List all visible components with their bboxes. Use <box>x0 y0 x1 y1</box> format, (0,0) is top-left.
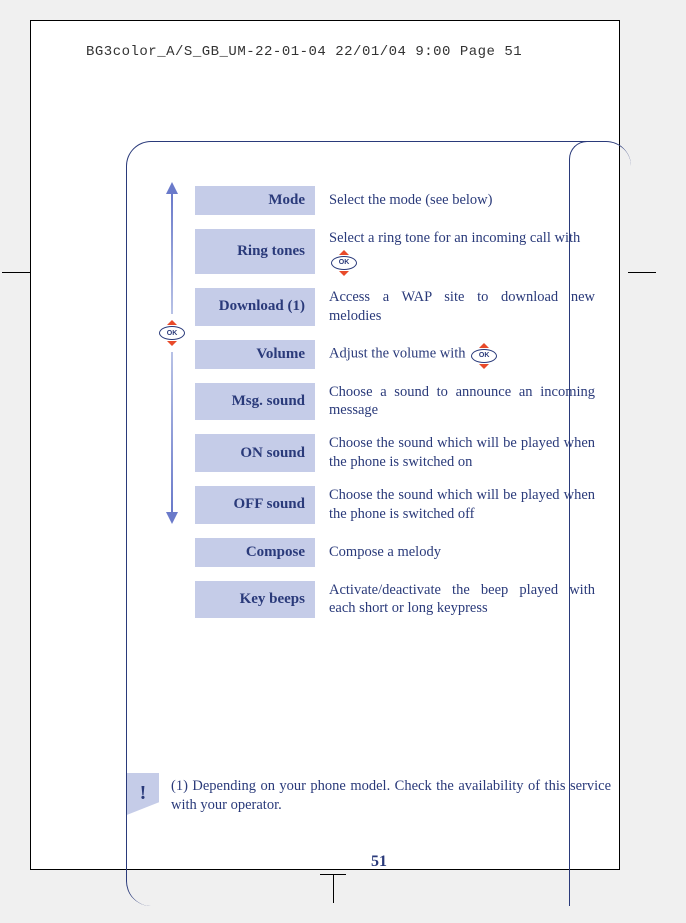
menu-row: Compose Compose a melody <box>195 538 595 567</box>
menu-row: Volume Adjust the volume with OK <box>195 340 595 369</box>
menu-row: Ring tones Select a ring tone for an inc… <box>195 229 595 274</box>
crop-mark <box>2 272 30 273</box>
next-page-frame <box>569 141 587 906</box>
menu-label: Msg. sound <box>195 383 315 421</box>
menu-row: ON sound Choose the sound which will be … <box>195 434 595 472</box>
ok-button-icon: OK <box>159 320 185 346</box>
menu-desc: Choose a sound to announce an incoming m… <box>315 383 595 421</box>
ok-button-icon: OK <box>331 250 357 276</box>
menu-desc: Activate/deactivate the beep played with… <box>315 581 595 619</box>
menu-label: Volume <box>195 340 315 369</box>
menu-desc: Select a ring tone for an incoming call … <box>315 229 595 274</box>
menu-label: OFF sound <box>195 486 315 524</box>
page-number: 51 <box>127 853 631 871</box>
menu-label: Compose <box>195 538 315 567</box>
menu-row: Msg. sound Choose a sound to announce an… <box>195 383 595 421</box>
menu-row: OFF sound Choose the sound which will be… <box>195 486 595 524</box>
menu-row: Download (1) Access a WAP site to downlo… <box>195 288 595 326</box>
menu-desc: Select the mode (see below) <box>315 186 595 215</box>
page-frame: BG3color_A/S_GB_UM-22-01-04 22/01/04 9:0… <box>30 20 620 870</box>
nav-column: OK <box>157 172 187 524</box>
footnote-marker: ! <box>127 773 159 815</box>
content-frame: OK Mode Select the mode (see below) Ring… <box>126 141 631 906</box>
crop-mark <box>628 272 656 273</box>
footnote: ! (1) Depending on your phone model. Che… <box>127 773 631 816</box>
menu-label: Ring tones <box>195 229 315 274</box>
menu-label: Download (1) <box>195 288 315 326</box>
menu-desc: Choose the sound which will be played wh… <box>315 434 595 472</box>
menu-table: Mode Select the mode (see below) Ring to… <box>195 172 595 632</box>
arrow-down-icon <box>166 512 178 524</box>
menu-desc-text: Select a ring tone for an incoming call … <box>329 230 580 246</box>
nav-line-bottom <box>171 352 173 512</box>
menu-row: Mode Select the mode (see below) <box>195 186 595 215</box>
menu-desc: Choose the sound which will be played wh… <box>315 486 595 524</box>
menu-desc: Adjust the volume with OK <box>315 340 595 369</box>
menu-desc: Access a WAP site to download new melodi… <box>315 288 595 326</box>
ok-button-icon: OK <box>471 343 497 369</box>
crop-mark <box>333 875 334 903</box>
arrow-up-icon <box>166 182 178 194</box>
menu-area: OK Mode Select the mode (see below) Ring… <box>157 172 611 632</box>
menu-label: ON sound <box>195 434 315 472</box>
crop-mark <box>320 874 346 875</box>
menu-desc: Compose a melody <box>315 538 595 567</box>
menu-desc-text: Adjust the volume with <box>329 345 466 361</box>
page-header: BG3color_A/S_GB_UM-22-01-04 22/01/04 9:0… <box>86 44 522 60</box>
menu-label: Mode <box>195 186 315 215</box>
footnote-text: (1) Depending on your phone model. Check… <box>159 773 631 816</box>
menu-label: Key beeps <box>195 581 315 619</box>
nav-line-top <box>171 194 173 314</box>
menu-row: Key beeps Activate/deactivate the beep p… <box>195 581 595 619</box>
